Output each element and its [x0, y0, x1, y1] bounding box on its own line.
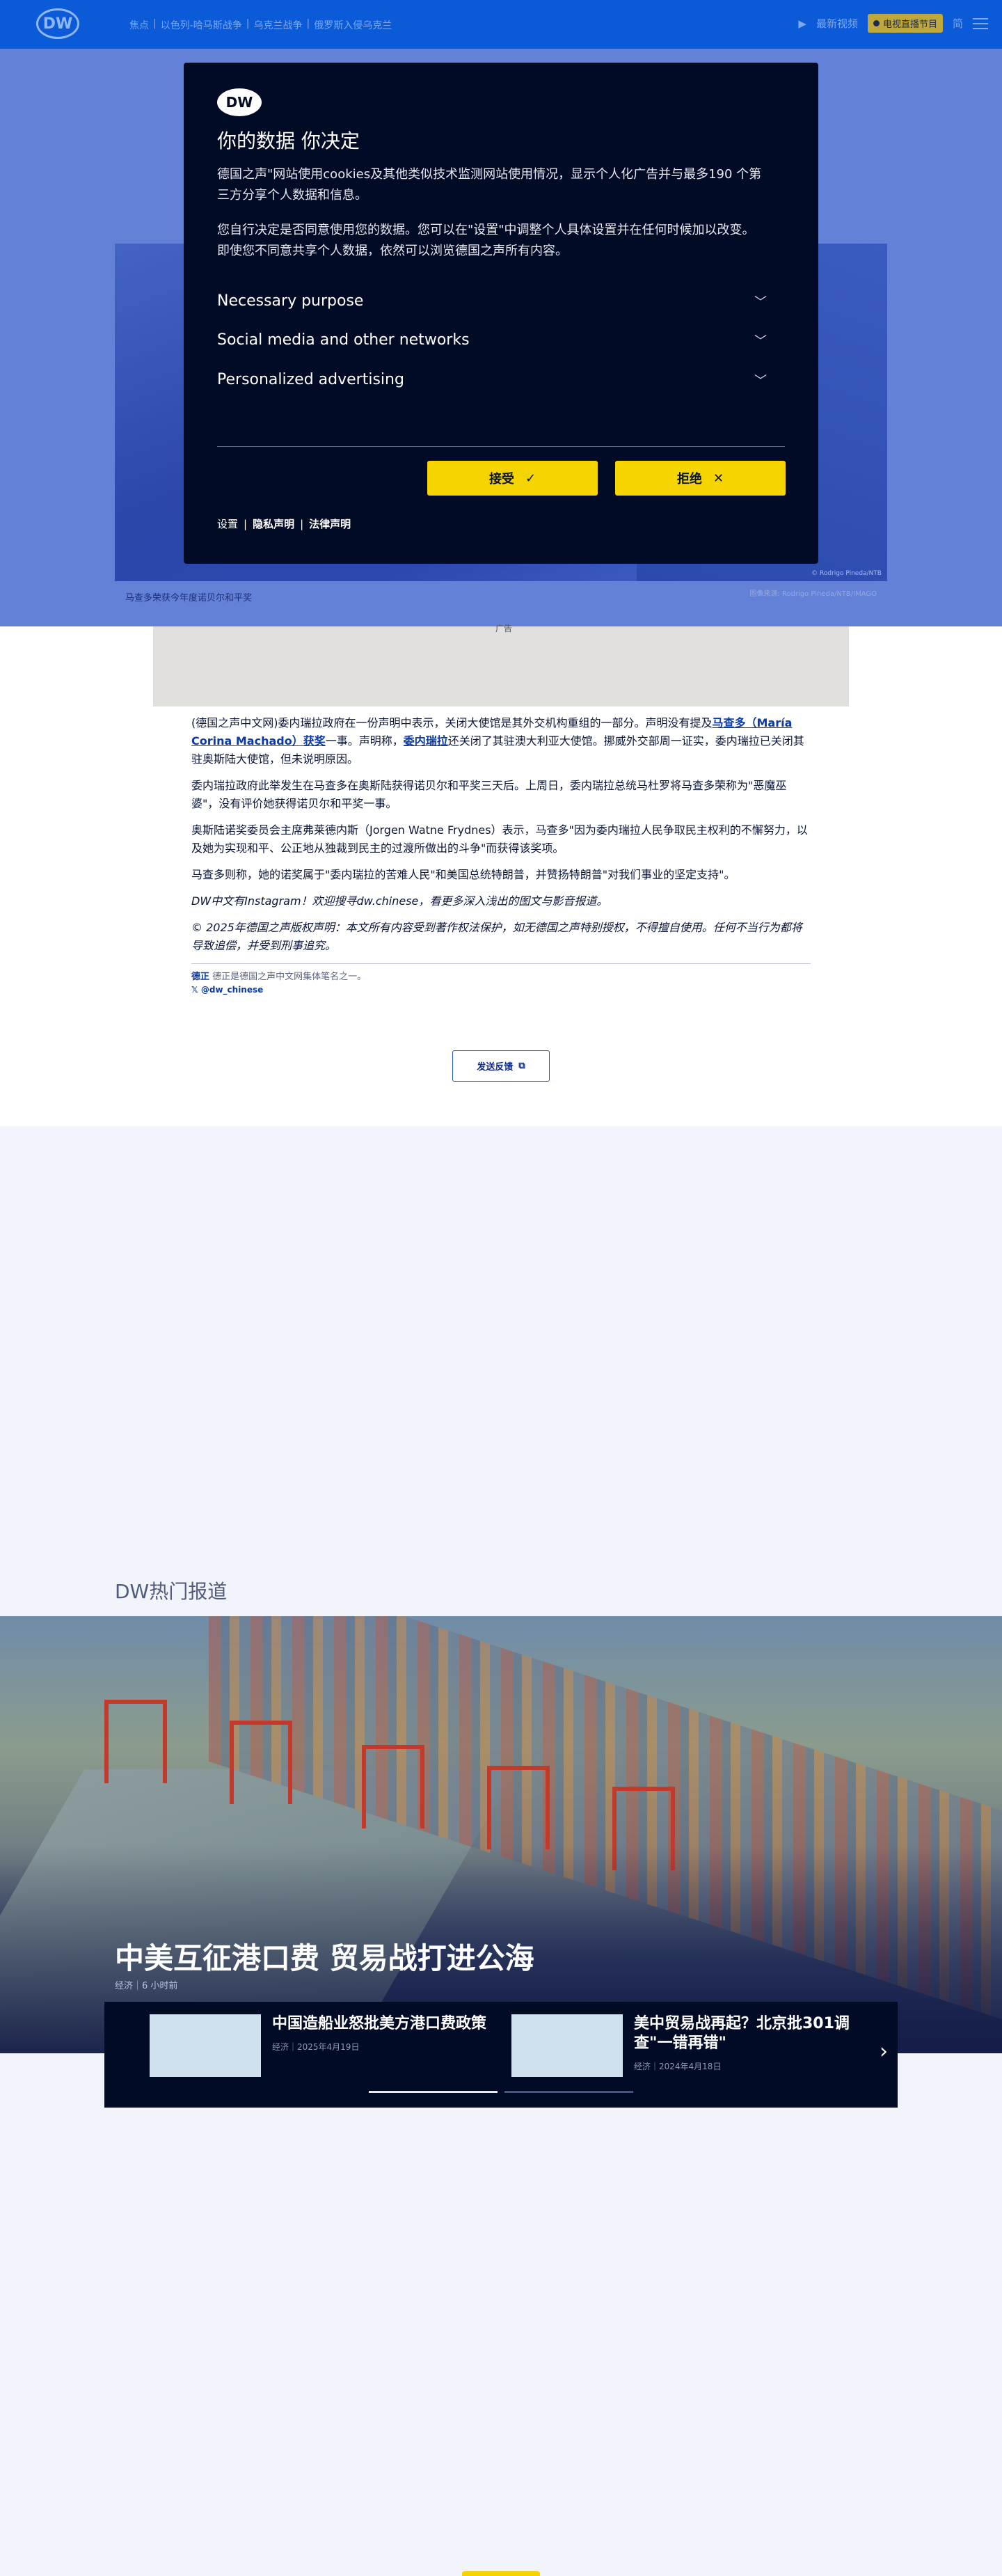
consent-dialog: DW 你的数据 你决定 德国之声"网站使用cookies及其他类似技术监测网站使… [184, 63, 818, 564]
related-carousel: 中国造船业怒批美方港口费政策 经济｜2025年4月19日 美中贸易战再起？北京批… [104, 2002, 898, 2108]
trending-section-title: DW热门报道 [115, 1580, 228, 1603]
consent-title: 你的数据 你决定 [217, 129, 360, 152]
article-body: (德国之声中文网)委内瑞拉政府在一份声明中表示，关闭大使馆是其外交机构重组的一部… [191, 714, 811, 996]
nav-item-ukraine-war[interactable]: 乌克兰战争 [250, 18, 307, 32]
consent-paragraph: 您自行决定是否同意使用您的数据。您可以在"设置"中调整个人具体设置并在任何时候加… [217, 223, 755, 258]
dw-logo-dialog: DW [217, 88, 262, 116]
text-run: 一事。声明称， [325, 734, 404, 748]
trending-meta: 经济｜6 小时前 [115, 1981, 178, 1991]
language-switch[interactable]: 简 [953, 16, 963, 31]
article-paragraph: 委内瑞拉政府此举发生在马查多在奥斯陆获得诺贝尔和平奖三天后。上周日，委内瑞拉总统… [191, 779, 787, 810]
accordion-label: Social media and other networks [217, 331, 470, 349]
trending-headline[interactable]: 中美互征港口费 贸易战打进公海 [115, 1935, 534, 1977]
live-dot-icon [873, 20, 880, 26]
x-handle: @dw_chinese [200, 985, 264, 995]
accordion-label: Necessary purpose [217, 292, 364, 310]
nav-item-focus[interactable]: 焦点 [125, 18, 153, 32]
live-tv-button[interactable]: 电视直播节目 [867, 14, 943, 33]
consent-footer: 设置 | 隐私声明 | 法律声明 [217, 516, 351, 531]
article-paragraph: (德国之声中文网)委内瑞拉政府在一份声明中表示，关闭大使馆是其外交机构重组的一部… [191, 714, 811, 768]
reject-button[interactable]: 拒绝 ✕ [615, 461, 786, 496]
settings-link[interactable]: 设置 [217, 516, 238, 531]
accept-button[interactable]: 接受 ✓ [427, 461, 598, 496]
nav-item-russia-invasion[interactable]: 俄罗斯入侵乌克兰 [310, 18, 396, 32]
carousel-card[interactable]: 中国造船业怒批美方港口费政策 经济｜2025年4月19日 [150, 2014, 498, 2077]
ad-placeholder [153, 626, 849, 706]
image-crane [362, 1745, 424, 1828]
card-title: 中国造船业怒批美方港口费政策 [272, 2015, 487, 2032]
author-description: 德正是德国之声中文网集体笔名之一。 [212, 972, 367, 982]
privacy-link[interactable]: 隐私声明 [253, 516, 294, 531]
chevron-down-icon: ﹀ [754, 334, 767, 349]
accept-label: 接受 [488, 472, 514, 487]
chevron-down-icon: ﹀ [754, 295, 767, 310]
accordion-personalized-ads[interactable]: Personalized advertising ﹀ [217, 371, 767, 389]
header-actions: ▶ 最新视频 电视直播节目 简 [798, 14, 988, 33]
legal-link[interactable]: 法律声明 [309, 516, 351, 531]
copyright-notice: © 2025年德国之声版权声明：本文所有内容受到著作权法保护，如无德国之声特别授… [191, 921, 802, 952]
latest-video-link[interactable]: 最新视频 [816, 16, 858, 31]
carousel-card[interactable]: 美中贸易战再起？北京批301调查"一错再错" 经济｜2024年4月18日 [511, 2014, 859, 2077]
live-tv-label: 电视直播节目 [882, 19, 937, 30]
accordion-social-media[interactable]: Social media and other networks ﹀ [217, 331, 767, 349]
article-paragraph: 马查多则称，她的诺奖属于"委内瑞拉的苦难人民"和美国总统特朗普，并赞扬特朗普"对… [191, 868, 735, 881]
topic-nav: 焦点 | 以色列-哈马斯战争 | 乌克兰战争 | 俄罗斯入侵乌克兰 [125, 18, 396, 32]
feedback-label: 发送反馈 [477, 1062, 514, 1073]
check-icon: ✓ [525, 471, 536, 486]
carousel-indicator-active[interactable] [369, 2091, 498, 2093]
chevron-down-icon: ﹀ [754, 374, 767, 388]
card-thumbnail [511, 2014, 623, 2077]
close-icon: ✕ [713, 471, 724, 486]
divider [191, 963, 811, 964]
chevron-right-icon[interactable]: › [880, 2039, 888, 2064]
nav-item-israel-hamas[interactable]: 以色列-哈马斯战争 [157, 18, 246, 32]
author-line: 德正 德正是德国之声中文网集体笔名之一。 [191, 971, 811, 983]
hero-image-watermark: © Rodrigo Pineda/NTB [811, 570, 882, 577]
image-crane [104, 1700, 167, 1783]
video-icon[interactable]: ▶ [798, 17, 806, 30]
instagram-promo: DW中文有Instagram！欢迎搜寻dw.chinese，看更多深入浅出的图文… [191, 894, 608, 908]
separator: | [300, 517, 304, 530]
card-meta: 经济｜2025年4月19日 [272, 2042, 360, 2052]
image-crane [230, 1721, 292, 1804]
card-title: 美中贸易战再起？北京批301调查"一错再错" [634, 2015, 850, 2052]
author-name[interactable]: 德正 [191, 972, 209, 982]
carousel-indicator[interactable] [504, 2091, 633, 2093]
hero-caption: 马查多荣获今年度诺贝尔和平奖 [125, 593, 253, 603]
top-navigation-bar: DW 焦点 | 以色列-哈马斯战争 | 乌克兰战争 | 俄罗斯入侵乌克兰 ▶ 最新视频… [0, 0, 1002, 49]
hero-credit: 图像来源: Rodrigo Pineda/NTB/IMAGO [749, 590, 877, 598]
feedback-button[interactable]: 发送反馈 ⧉ [452, 1050, 550, 1082]
copy-icon: ⧉ [518, 1061, 525, 1071]
bottom-button[interactable] [462, 2571, 540, 2576]
x-icon: 𝕏 [191, 985, 198, 995]
ad-label: 广告 [495, 624, 513, 633]
menu-icon[interactable] [973, 17, 988, 29]
card-thumbnail [150, 2014, 261, 2077]
consent-paragraph: 德国之声"网站使用cookies及其他类似技术监测网站使用情况，显示个人化广告并… [217, 167, 762, 203]
accordion-label: Personalized advertising [217, 371, 404, 388]
divider [217, 446, 785, 447]
image-crane [487, 1766, 550, 1849]
venezuela-link[interactable]: 委内瑞拉 [404, 734, 448, 748]
card-meta: 经济｜2024年4月18日 [634, 2062, 722, 2071]
x-profile-link[interactable]: 𝕏 @dw_chinese [191, 983, 811, 996]
accordion-necessary-purpose[interactable]: Necessary purpose ﹀ [217, 292, 767, 310]
separator: | [244, 517, 248, 530]
article-paragraph: 奥斯陆诺奖委员会主席弗莱德内斯（Jorgen Watne Frydnes）表示，… [191, 823, 808, 855]
card-text: 美中贸易战再起？北京批301调查"一错再错" 经济｜2024年4月18日 [634, 2014, 859, 2077]
text-run: (德国之声中文网)委内瑞拉政府在一份声明中表示，关闭大使馆是其外交机构重组的一部… [191, 716, 713, 729]
card-text: 中国造船业怒批美方港口费政策 经济｜2025年4月19日 [272, 2014, 486, 2077]
dw-logo[interactable]: DW [36, 8, 79, 39]
reject-label: 拒绝 [676, 472, 702, 487]
